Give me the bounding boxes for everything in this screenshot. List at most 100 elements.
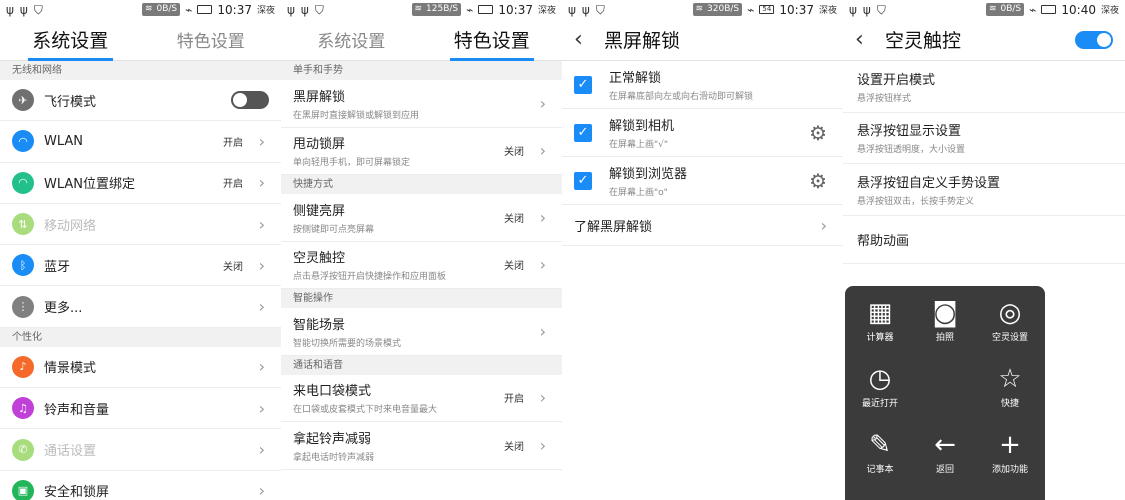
back-chevron-icon[interactable]: ‹ bbox=[574, 27, 592, 52]
shortcut-add-function[interactable]: + 添加功能 bbox=[977, 430, 1043, 475]
gear-icon[interactable]: ⚙ bbox=[809, 121, 827, 145]
bell-icon: ♪ bbox=[12, 355, 34, 378]
back-chevron-icon[interactable]: ‹ bbox=[855, 27, 873, 52]
battery-icon: 54 bbox=[759, 5, 775, 14]
air-touch-toggle[interactable] bbox=[1075, 31, 1113, 49]
usb-icon: ψ bbox=[300, 2, 309, 17]
section-header: 通话和语音 bbox=[281, 355, 562, 375]
usb-icon: ψ bbox=[568, 2, 576, 17]
section-header: 个性化 bbox=[0, 327, 281, 347]
chevron-right-icon: › bbox=[258, 255, 265, 275]
shortcut-back[interactable]: ← 返回 bbox=[912, 430, 978, 475]
clock: 10:40 bbox=[1061, 2, 1096, 17]
feature-row-pocket-mode[interactable]: 来电口袋模式 在口袋或皮套模式下时来电音量最大 开启 › bbox=[281, 375, 562, 422]
panel-system-settings: ψ ψ ⛉ ≋ 0B/S ⌁ 10:37 深夜 系统设置 特色设置 无线和网络 ✈ 飞… bbox=[0, 0, 281, 500]
title-bar: ‹ 空灵触控 bbox=[843, 19, 1125, 61]
chevron-right-icon: › bbox=[539, 93, 546, 113]
tab-feature-settings[interactable]: 特色设置 bbox=[422, 19, 563, 61]
unlock-option-camera[interactable]: ✓ 解锁到相机 在屏幕上画"√" ⚙ bbox=[562, 109, 843, 157]
signal-icon: ⌁ bbox=[1029, 2, 1037, 17]
section-header: 快捷方式 bbox=[281, 175, 562, 194]
page-title: 空灵触控 bbox=[885, 30, 962, 52]
chevron-right-icon: › bbox=[258, 440, 265, 460]
phone-icon: ✆ bbox=[12, 438, 34, 461]
clock-icon: ◷ bbox=[868, 364, 892, 394]
status-bar: ψ ψ ⛉ ≋ 125B/S ⌁ 10:37 深夜 bbox=[287, 2, 556, 17]
signal-icon: ⌁ bbox=[747, 2, 755, 17]
shortcut-camera[interactable]: ◙ 拍照 bbox=[912, 298, 978, 343]
checkbox-checked[interactable]: ✓ bbox=[574, 171, 592, 190]
checkbox-checked[interactable]: ✓ bbox=[574, 123, 592, 142]
air-touch-row-help[interactable]: 帮助动画 bbox=[843, 216, 1125, 264]
settings-row-call[interactable]: ✆ 通话设置 › bbox=[0, 429, 281, 471]
usb-icon: ψ bbox=[6, 2, 14, 17]
feature-row-smart-scene[interactable]: 智能场景 智能切换所需要的场景模式 › bbox=[281, 308, 562, 356]
settings-row-more[interactable]: ⋮ 更多... › bbox=[0, 286, 281, 328]
settings-row-airplane[interactable]: ✈ 飞行模式 bbox=[0, 80, 281, 122]
more-icon: ⋮ bbox=[12, 295, 34, 318]
tab-bar: 系统设置 特色设置 bbox=[0, 19, 281, 61]
air-touch-row-gesture[interactable]: 悬浮按钮自定义手势设置 悬浮按钮双击，长按手势定义 bbox=[843, 164, 1125, 216]
camera-icon: ◙ bbox=[932, 298, 958, 328]
settings-row-scene-mode[interactable]: ♪ 情景模式 › bbox=[0, 347, 281, 389]
wifi-icon: ≋ bbox=[414, 4, 423, 14]
usb-icon: ψ bbox=[581, 2, 590, 17]
feature-row-black-screen-unlock[interactable]: 黑屏解锁 在黑屏时直接解锁或解锁到应用 › bbox=[281, 80, 562, 128]
airplane-toggle[interactable] bbox=[231, 91, 269, 110]
shortcut-air-settings[interactable]: ◎ 空灵设置 bbox=[977, 298, 1043, 343]
tab-system-settings[interactable]: 系统设置 bbox=[281, 19, 422, 60]
feature-row-shake-lock[interactable]: 甩动锁屏 单向轻甩手机，即可屏幕锁定 关闭 › bbox=[281, 128, 562, 175]
usb-icon: ψ bbox=[862, 2, 871, 17]
clock: 10:37 bbox=[498, 2, 533, 17]
feature-row-side-key-wake[interactable]: 侧键亮屏 按侧键即可点亮屏幕 关闭 › bbox=[281, 194, 562, 242]
shield-icon: ⛉ bbox=[314, 2, 324, 17]
notepad-icon: ✎ bbox=[869, 430, 891, 460]
tab-system-settings[interactable]: 系统设置 bbox=[0, 19, 141, 61]
gear-icon[interactable]: ⚙ bbox=[809, 169, 827, 193]
settings-row-wlan[interactable]: ◠ WLAN 开启 › bbox=[0, 121, 281, 163]
feature-row-air-touch[interactable]: 空灵触控 点击悬浮按钮开启快捷操作和应用面板 关闭 › bbox=[281, 242, 562, 289]
clock: 10:37 bbox=[779, 2, 814, 17]
feature-row-pickup-quiet[interactable]: 拿起铃声减弱 拿起电话时铃声减弱 关闭 › bbox=[281, 422, 562, 470]
checkbox-checked[interactable]: ✓ bbox=[574, 75, 592, 94]
settings-row-security[interactable]: ▣ 安全和锁屏 › bbox=[0, 471, 281, 500]
usb-icon: ψ bbox=[19, 2, 28, 17]
battery-icon bbox=[1041, 5, 1057, 14]
section-header: 智能操作 bbox=[281, 289, 562, 308]
section-header: 单手和手势 bbox=[281, 61, 562, 80]
usb-icon: ψ bbox=[287, 2, 295, 17]
shortcut-recent[interactable]: ◷ 最近打开 bbox=[847, 364, 913, 409]
chevron-right-icon: › bbox=[539, 321, 546, 341]
shortcut-quick[interactable]: ☆ 快捷 bbox=[977, 364, 1043, 409]
wifi-icon: ◠ bbox=[12, 130, 34, 153]
shortcut-notepad[interactable]: ✎ 记事本 bbox=[847, 430, 913, 475]
network-speed: ≋ 0B/S bbox=[141, 3, 181, 16]
settings-row-bluetooth[interactable]: ᛒ 蓝牙 关闭 › bbox=[0, 245, 281, 287]
airplane-icon: ✈ bbox=[12, 89, 34, 112]
shortcut-calculator[interactable]: ▦ 计算器 bbox=[847, 298, 913, 343]
learn-more-link[interactable]: 了解黑屏解锁 › bbox=[562, 205, 843, 246]
network-speed: ≋ 320B/S bbox=[692, 3, 743, 16]
bluetooth-icon: ᛒ bbox=[12, 254, 34, 277]
air-touch-row-open-mode[interactable]: 设置开启模式 悬浮按钮样式 bbox=[843, 61, 1125, 113]
chevron-right-icon: › bbox=[258, 131, 265, 151]
network-speed: ≋ 0B/S bbox=[985, 3, 1025, 16]
unlock-option-normal[interactable]: ✓ 正常解锁 在屏幕底部向左或向右滑动即可解锁 bbox=[562, 61, 843, 109]
air-touch-row-display[interactable]: 悬浮按钮显示设置 悬浮按钮透明度，大小设置 bbox=[843, 113, 1125, 164]
unlock-option-browser[interactable]: ✓ 解锁到浏览器 在屏幕上画"o" ⚙ bbox=[562, 157, 843, 205]
wifi-icon: ≋ bbox=[695, 4, 704, 14]
chevron-right-icon: › bbox=[539, 141, 546, 161]
chevron-right-icon: › bbox=[258, 297, 265, 317]
chevron-right-icon: › bbox=[539, 255, 546, 275]
wifi-icon: ≋ bbox=[144, 4, 153, 14]
network-speed: ≋ 125B/S bbox=[411, 3, 462, 16]
tab-feature-settings[interactable]: 特色设置 bbox=[141, 19, 282, 60]
page-title: 黑屏解锁 bbox=[604, 30, 681, 52]
settings-row-wlan-location[interactable]: ◠ WLAN位置绑定 开启 › bbox=[0, 163, 281, 204]
wifi-icon: ≋ bbox=[988, 4, 997, 14]
settings-row-ringtone[interactable]: ♫ 铃声和音量 › bbox=[0, 388, 281, 430]
battery-icon bbox=[197, 5, 213, 14]
signal-icon: ⌁ bbox=[185, 2, 193, 17]
lock-icon: ▣ bbox=[12, 479, 34, 500]
settings-row-mobile-network[interactable]: ⇅ 移动网络 › bbox=[0, 204, 281, 246]
